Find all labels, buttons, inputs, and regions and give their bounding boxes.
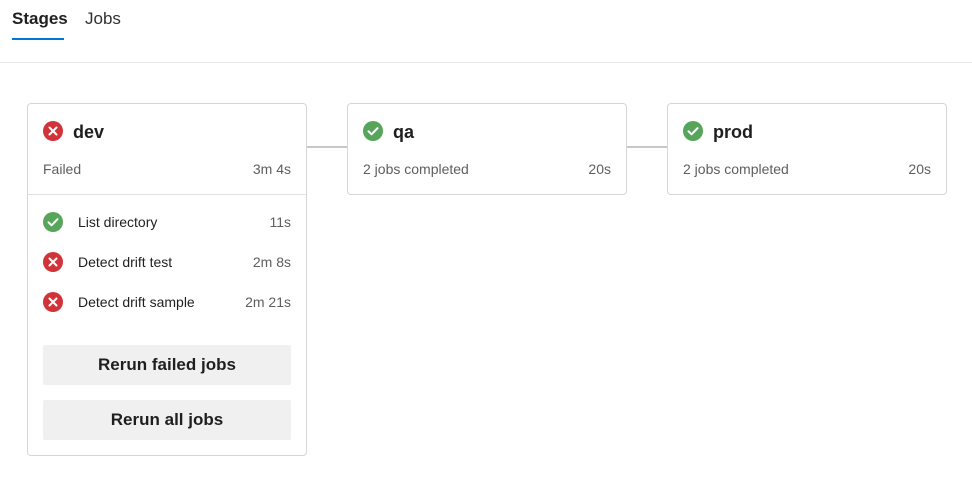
failed-icon [43,252,63,272]
stage-status: Failed [43,161,82,177]
tab-jobs[interactable]: Jobs [85,8,121,30]
stage-card-dev: dev Failed 3m 4s List directory 11s Dete… [27,103,307,456]
job-duration: 11s [269,214,291,230]
stage-header[interactable]: dev Failed 3m 4s [28,104,306,194]
stage-name: qa [393,122,415,142]
succeeded-icon [363,121,383,141]
failed-icon [43,292,63,312]
stage-card-prod[interactable]: prod 2 jobs completed 20s [667,103,947,195]
active-tab-indicator [12,38,64,40]
stage-name: dev [73,122,105,142]
failed-icon [43,121,63,141]
stage-status: 2 jobs completed [363,161,469,177]
stage-duration: 3m 4s [252,161,291,177]
job-name: Detect drift sample [78,294,195,310]
divider [28,194,306,195]
rerun-failed-jobs-button[interactable]: Rerun failed jobs [43,345,291,385]
job-duration: 2m 8s [252,254,291,270]
stage-duration: 20s [588,161,611,177]
succeeded-icon [43,212,63,232]
stage-connector [306,146,348,148]
stage-duration: 20s [908,161,931,177]
tab-stages[interactable]: Stages [12,8,68,30]
stage-status: 2 jobs completed [683,161,789,177]
stage-connector [626,146,668,148]
job-name: List directory [78,214,158,230]
job-row-detect-drift-sample[interactable]: Detect drift sample 2m 21s [28,283,306,323]
stage-name: prod [713,122,753,142]
job-row-detect-drift-test[interactable]: Detect drift test 2m 8s [28,243,306,283]
job-row-list-directory[interactable]: List directory 11s [28,203,306,243]
job-duration: 2m 21s [245,294,291,310]
tab-bar: Stages Jobs [0,0,972,63]
succeeded-icon [683,121,703,141]
stage-card-qa[interactable]: qa 2 jobs completed 20s [347,103,627,195]
job-name: Detect drift test [78,254,173,270]
rerun-all-jobs-button[interactable]: Rerun all jobs [43,400,291,440]
